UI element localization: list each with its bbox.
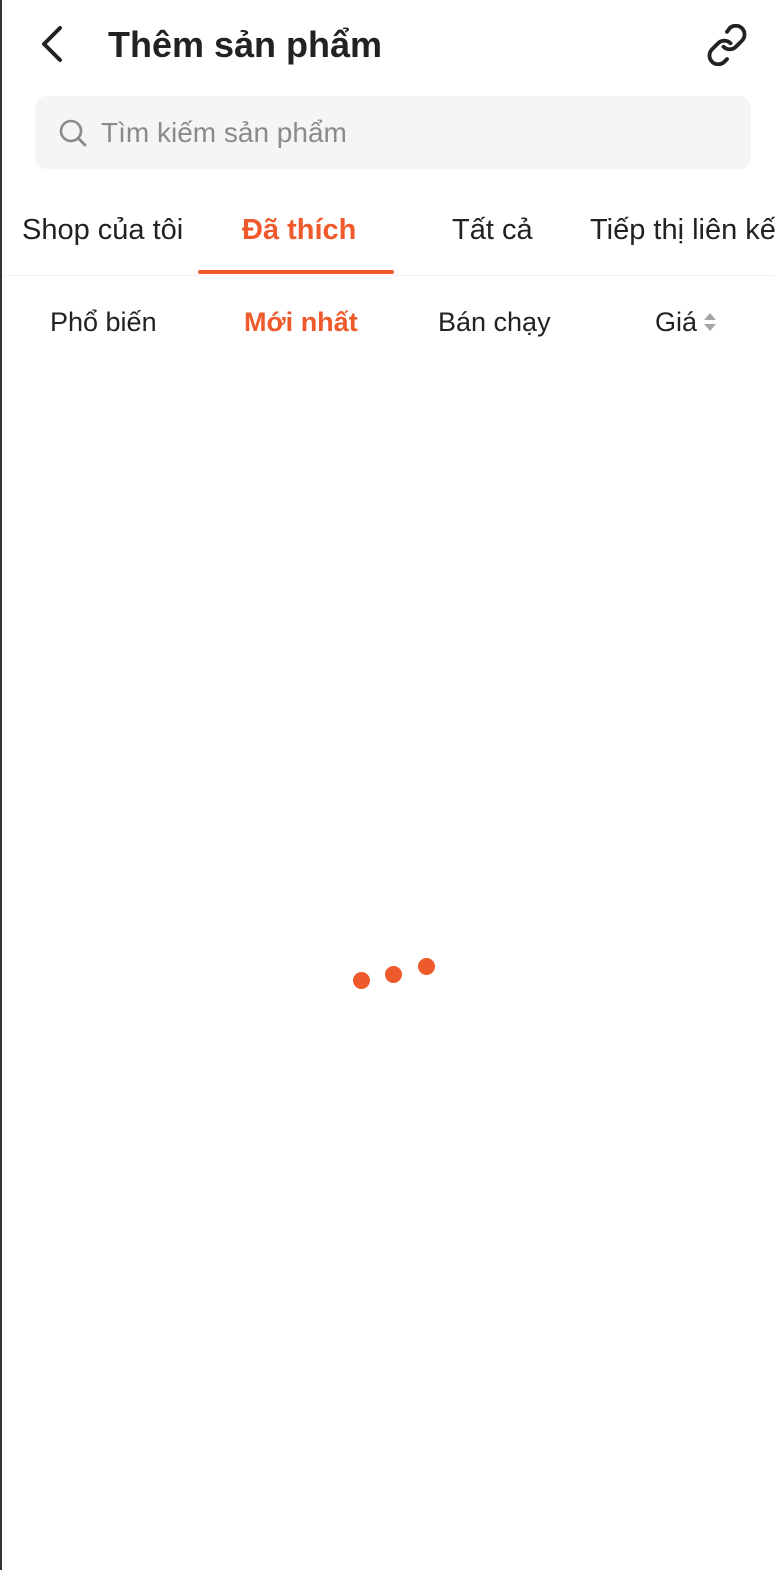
back-button[interactable] [30,20,74,68]
loading-dots-icon [342,950,442,1000]
sort-bar: Phổ biến Mới nhất Bán chạy Giá [2,280,775,364]
tab-liked[interactable]: Đã thích [242,186,356,274]
sort-popular[interactable]: Phổ biến [50,280,157,364]
sort-price-label: Giá [655,307,698,337]
app-header: Thêm sản phẩm [2,0,775,90]
search-icon [55,115,91,151]
sort-price[interactable]: Giá [655,280,717,364]
sort-arrows-icon [704,312,717,331]
search-input[interactable] [101,116,701,149]
link-icon [707,24,747,66]
link-button[interactable] [702,20,752,70]
sort-newest[interactable]: Mới nhất [244,280,358,364]
tab-affiliate[interactable]: Tiếp thị liên kết [590,186,775,274]
active-tab-indicator [198,270,394,274]
chevron-left-icon [42,26,62,62]
add-product-screen: Thêm sản phẩm Shop của tôi Đã thích Tất … [0,0,775,1570]
page-title: Thêm sản phẩm [108,24,383,65]
tab-my-shop[interactable]: Shop của tôi [22,186,183,274]
loading-dot [353,972,370,989]
loading-dot [418,958,435,975]
loading-dot [385,966,402,983]
search-bar[interactable] [35,96,751,169]
tab-all[interactable]: Tất cả [452,186,533,274]
sort-best-selling[interactable]: Bán chạy [438,280,551,364]
tab-bar: Shop của tôi Đã thích Tất cả Tiếp thị li… [2,186,775,276]
